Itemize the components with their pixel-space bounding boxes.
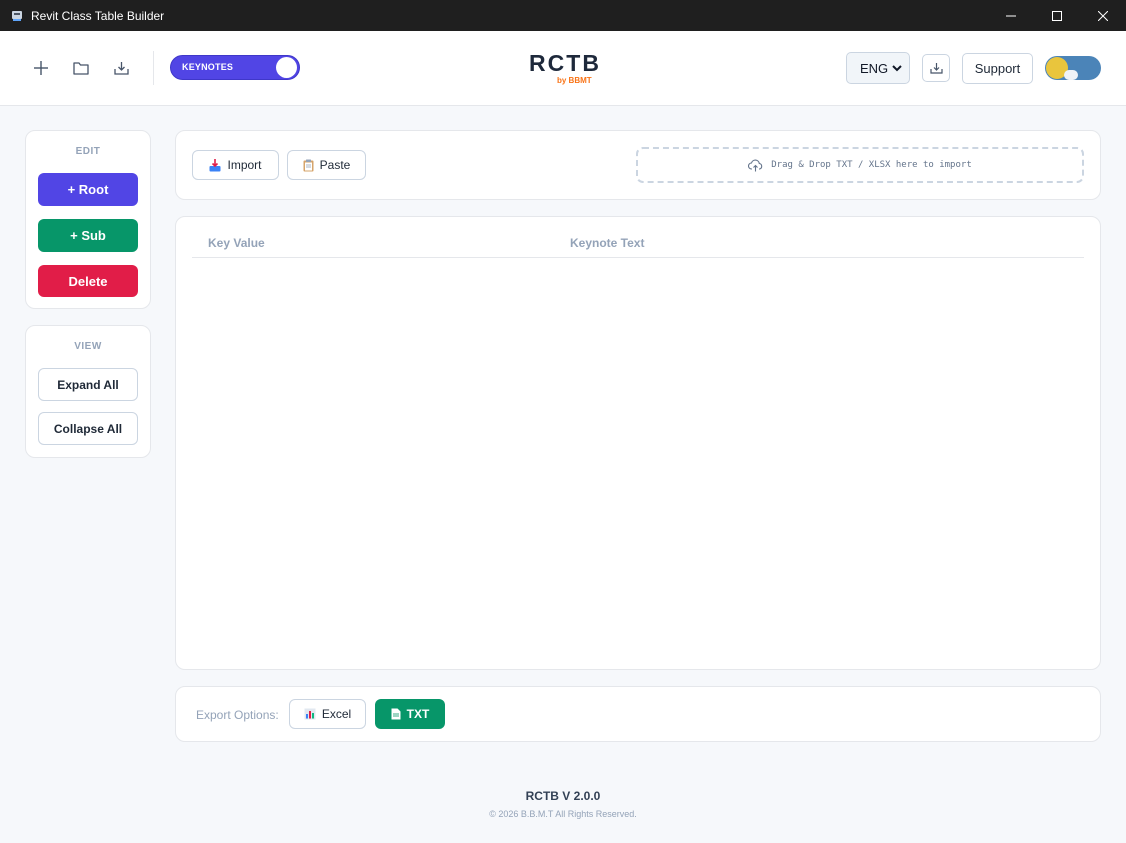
import-label: Import bbox=[227, 158, 262, 172]
document-icon bbox=[391, 708, 401, 720]
import-button[interactable]: Import bbox=[192, 150, 279, 180]
export-txt-button[interactable]: TXT bbox=[375, 699, 445, 729]
excel-label: Excel bbox=[321, 707, 352, 721]
plus-icon bbox=[34, 61, 48, 75]
edit-panel: EDIT + Root + Sub Delete bbox=[25, 130, 151, 309]
folder-icon bbox=[73, 62, 89, 75]
import-bar: Import Paste Drag & Drop TXT / XLSX here… bbox=[175, 130, 1101, 200]
chevron-down-icon bbox=[892, 65, 902, 72]
expand-all-button[interactable]: Expand All bbox=[38, 368, 138, 401]
support-button[interactable]: Support bbox=[962, 53, 1033, 84]
download-button[interactable] bbox=[922, 54, 950, 82]
collapse-all-button[interactable]: Collapse All bbox=[38, 412, 138, 445]
language-select[interactable]: ENG bbox=[846, 52, 910, 84]
theme-toggle[interactable] bbox=[1045, 56, 1101, 80]
close-button[interactable] bbox=[1080, 0, 1126, 31]
column-header-keynote-text[interactable]: Keynote Text bbox=[570, 236, 644, 250]
open-button[interactable] bbox=[70, 57, 92, 79]
toggle-label: KEYNOTES bbox=[182, 62, 234, 72]
delete-button[interactable]: Delete bbox=[38, 265, 138, 297]
view-panel-title: VIEW bbox=[74, 341, 102, 352]
keynotes-mode-toggle[interactable]: KEYNOTES bbox=[170, 55, 300, 80]
minimize-icon bbox=[1006, 15, 1016, 16]
cloud-icon bbox=[1064, 70, 1078, 80]
clipboard-icon bbox=[303, 159, 314, 171]
maximize-button[interactable] bbox=[1034, 0, 1080, 31]
logo-subtitle: by BBMT bbox=[557, 76, 592, 85]
txt-label: TXT bbox=[406, 707, 430, 721]
export-bar: Export Options: Excel TXT bbox=[175, 686, 1101, 742]
new-button[interactable] bbox=[30, 57, 52, 79]
app-header: KEYNOTES RCTB by BBMT ENG Support bbox=[0, 31, 1126, 106]
maximize-icon bbox=[1052, 10, 1062, 21]
dropzone-text: Drag & Drop TXT / XLSX here to import bbox=[771, 160, 972, 170]
app-icon bbox=[12, 10, 22, 21]
paste-button[interactable]: Paste bbox=[287, 150, 366, 180]
bar-chart-icon bbox=[304, 708, 316, 720]
app-logo: RCTB by BBMT bbox=[520, 50, 610, 86]
keynote-table: Key Value Keynote Text bbox=[175, 216, 1101, 670]
download-icon bbox=[929, 63, 943, 74]
window-title: Revit Class Table Builder bbox=[31, 8, 165, 23]
paste-label: Paste bbox=[319, 158, 351, 172]
header-divider bbox=[153, 51, 154, 85]
table-header-divider bbox=[192, 257, 1084, 258]
minimize-button[interactable] bbox=[988, 0, 1034, 31]
language-value: ENG bbox=[860, 60, 889, 76]
export-label: Export Options: bbox=[196, 708, 279, 722]
export-excel-button[interactable]: Excel bbox=[289, 699, 366, 729]
logo-title: RCTB bbox=[529, 50, 601, 76]
copyright-text: © 2026 B.B.M.T All Rights Reserved. bbox=[489, 809, 637, 819]
edit-panel-title: EDIT bbox=[75, 146, 101, 157]
add-root-button[interactable]: + Root bbox=[38, 173, 138, 206]
version-label: RCTB V 2.0.0 bbox=[525, 789, 601, 803]
import-icon bbox=[209, 158, 221, 171]
title-bar: Revit Class Table Builder bbox=[0, 0, 1126, 31]
download-icon bbox=[113, 62, 129, 75]
view-panel: VIEW Expand All Collapse All bbox=[25, 325, 151, 458]
column-header-key-value[interactable]: Key Value bbox=[208, 236, 265, 250]
toggle-knob bbox=[276, 57, 297, 78]
close-icon bbox=[1098, 10, 1108, 21]
file-dropzone[interactable]: Drag & Drop TXT / XLSX here to import bbox=[636, 147, 1084, 183]
cloud-upload-icon bbox=[748, 159, 763, 171]
add-sub-button[interactable]: + Sub bbox=[38, 219, 138, 252]
window-controls bbox=[988, 0, 1126, 31]
save-button[interactable] bbox=[110, 57, 132, 79]
